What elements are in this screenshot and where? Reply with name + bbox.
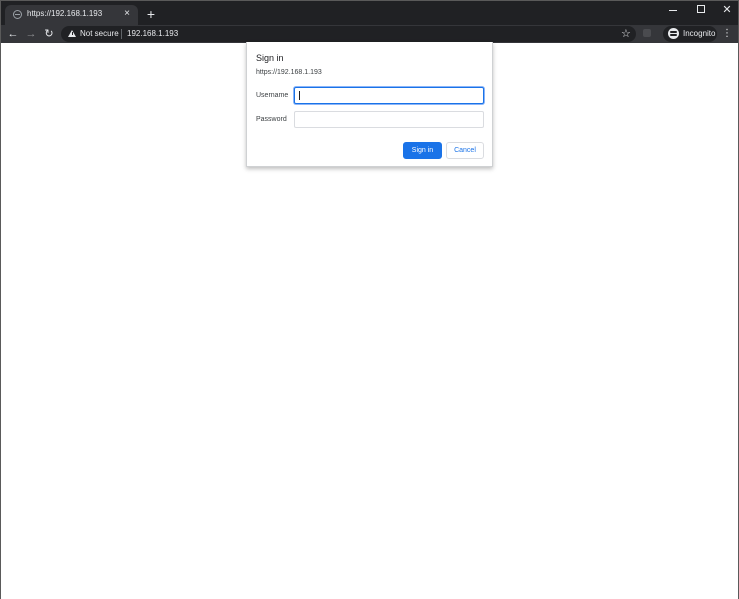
cancel-button[interactable]: Cancel [446, 142, 484, 159]
new-tab-button[interactable]: + [144, 7, 158, 21]
browser-tab[interactable]: https://192.168.1.193 × [5, 5, 138, 25]
maximize-icon [697, 5, 705, 13]
security-label[interactable]: Not secure [80, 29, 119, 38]
username-field[interactable] [294, 87, 484, 104]
sign-in-button[interactable]: Sign in [403, 142, 442, 159]
browser-toolbar: ← → ↻ Not secure 192.168.1.193 ☆ Incogni… [1, 25, 738, 43]
username-label: Username [256, 92, 289, 99]
password-field[interactable] [294, 111, 484, 128]
reload-button[interactable]: ↻ [42, 27, 56, 41]
more-vert-icon[interactable]: ⋮ [722, 27, 732, 41]
password-label: Password [256, 116, 287, 123]
incognito-profile-button[interactable]: Incognito [663, 26, 717, 42]
incognito-icon [668, 28, 679, 39]
dialog-title: Sign in [256, 53, 284, 63]
dialog-origin: https://192.168.1.193 [256, 69, 322, 76]
globe-icon [13, 10, 22, 19]
star-icon[interactable]: ☆ [621, 27, 631, 41]
tab-title: https://192.168.1.193 [27, 9, 103, 18]
omnibox-divider [121, 29, 122, 39]
title-bar: https://192.168.1.193 × + ✕ [1, 1, 738, 25]
close-window-button[interactable]: ✕ [714, 3, 739, 17]
maximize-button[interactable] [688, 3, 714, 17]
minimize-icon [669, 10, 677, 12]
extension-icon[interactable] [643, 29, 651, 37]
minimize-button[interactable] [660, 3, 686, 17]
forward-button[interactable]: → [24, 27, 38, 41]
address-bar[interactable]: Not secure 192.168.1.193 ☆ [61, 26, 636, 42]
incognito-label: Incognito [683, 29, 716, 38]
warning-icon[interactable] [68, 30, 76, 37]
text-caret [299, 91, 300, 100]
back-button[interactable]: ← [6, 27, 20, 41]
sign-in-dialog: Sign in https://192.168.1.193 Username P… [246, 42, 493, 167]
url-text[interactable]: 192.168.1.193 [127, 29, 178, 38]
tab-close-icon[interactable]: × [121, 8, 133, 20]
